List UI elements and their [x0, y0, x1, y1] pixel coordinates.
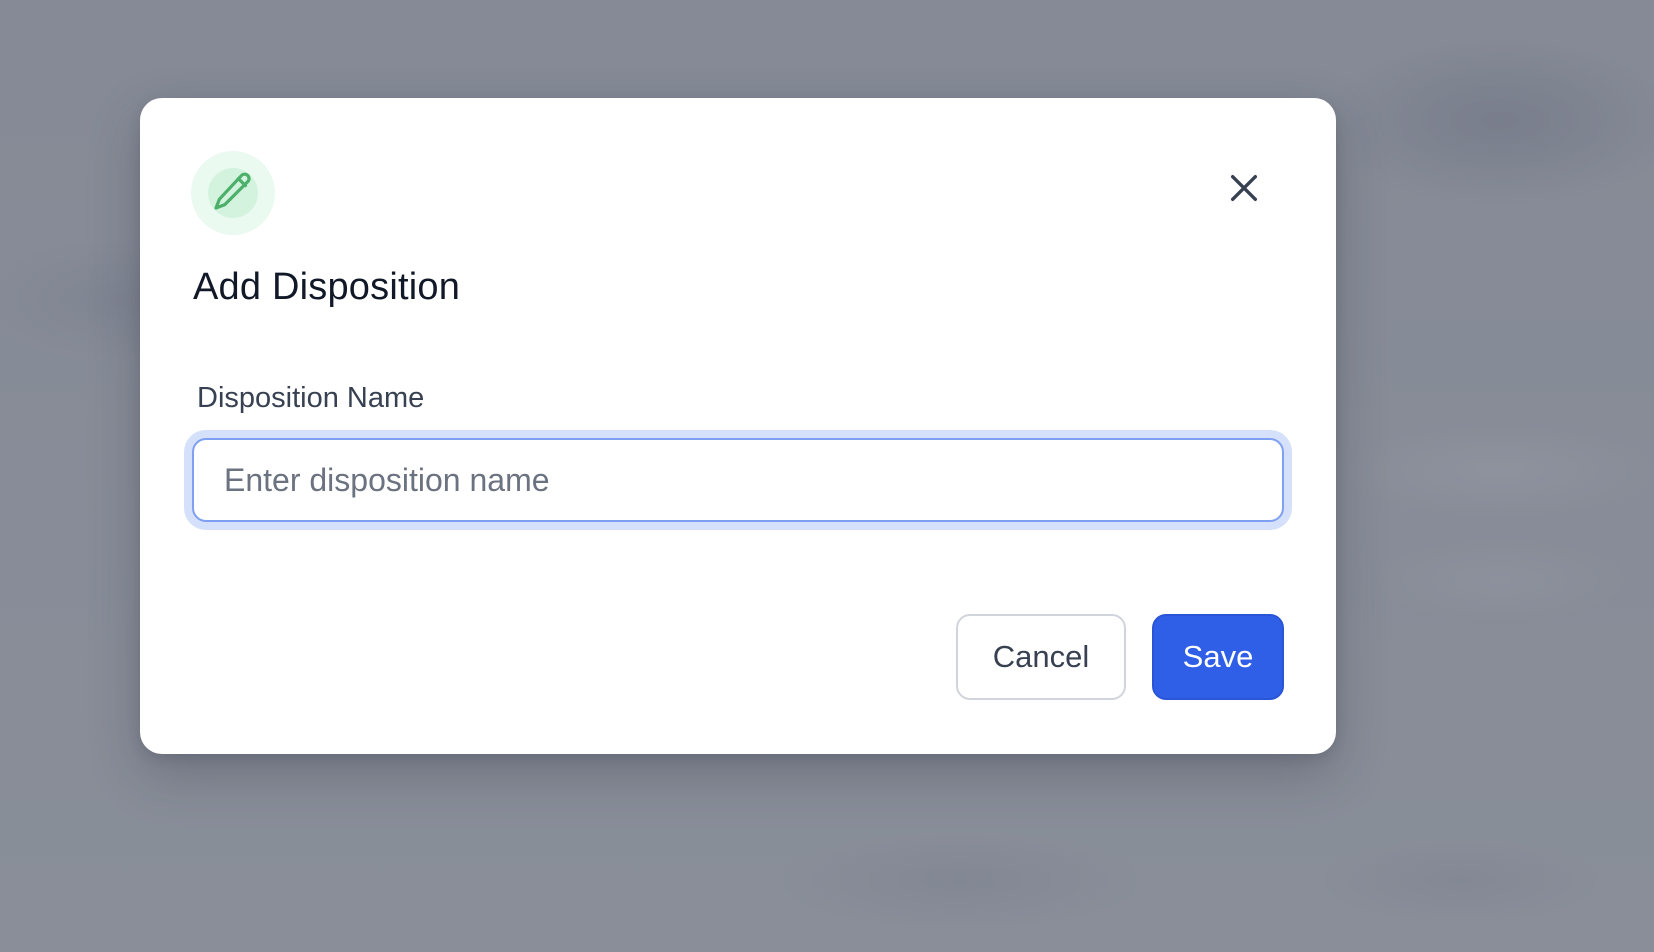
close-button[interactable] — [1218, 162, 1270, 214]
close-icon — [1230, 174, 1258, 202]
disposition-name-input[interactable] — [194, 440, 1282, 520]
pencil-icon — [214, 172, 251, 210]
add-disposition-dialog: Add Disposition Disposition Name Cancel … — [140, 98, 1336, 754]
disposition-name-field-wrapper — [192, 438, 1284, 522]
dialog-icon-badge-inner — [208, 168, 258, 218]
cancel-button[interactable]: Cancel — [956, 614, 1126, 700]
disposition-name-label: Disposition Name — [197, 382, 425, 414]
dialog-title: Add Disposition — [193, 266, 461, 308]
save-button[interactable]: Save — [1152, 614, 1284, 700]
dialog-icon-badge — [191, 151, 275, 235]
